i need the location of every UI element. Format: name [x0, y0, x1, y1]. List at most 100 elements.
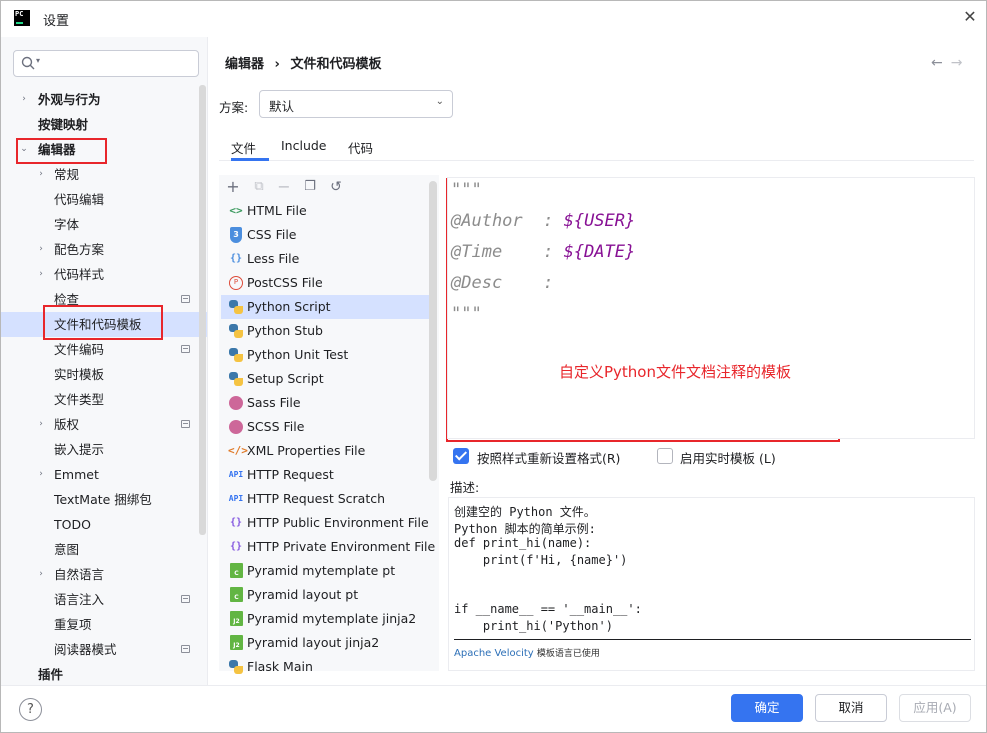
file-template-name: Sass File: [247, 395, 301, 410]
scheme-select[interactable]: 默认 ⌄: [259, 90, 453, 118]
file-template-item[interactable]: {} HTTP Private Environment File: [221, 535, 437, 559]
file-list-scrollbar[interactable]: [429, 181, 437, 481]
file-template-item[interactable]: C Pyramid layout pt: [221, 583, 437, 607]
file-template-item[interactable]: Python Unit Test: [221, 343, 437, 367]
file-template-name: HTTP Private Environment File: [247, 539, 436, 554]
sidebar-item[interactable]: › 自然语言: [1, 562, 207, 587]
sidebar-item[interactable]: 字体: [1, 212, 207, 237]
tab-include[interactable]: Include: [281, 138, 327, 161]
sidebar-item[interactable]: TextMate 捆绑包: [1, 487, 207, 512]
description-box: 创建空的 Python 文件。 Python 脚本的简单示例: def print_…: [448, 497, 975, 671]
sidebar-item[interactable]: › 配色方案: [1, 237, 207, 262]
file-template-name: Python Unit Test: [247, 347, 349, 362]
breadcrumb-parent[interactable]: 编辑器: [225, 57, 264, 72]
chevron-right-icon[interactable]: ›: [36, 237, 46, 262]
duplicate-icon[interactable]: ❐: [301, 178, 319, 196]
file-template-item[interactable]: Python Script: [221, 295, 437, 319]
chevron-right-icon[interactable]: ›: [19, 87, 29, 112]
sidebar-item[interactable]: 语言注入: [1, 587, 207, 612]
sidebar-item[interactable]: TODO: [1, 512, 207, 537]
sidebar-item[interactable]: 阅读器模式: [1, 637, 207, 662]
file-template-name: Pyramid layout jinja2: [247, 635, 380, 650]
file-template-item[interactable]: J2 Pyramid layout jinja2: [221, 631, 437, 655]
sidebar-item[interactable]: › 代码样式: [1, 262, 207, 287]
sidebar-scrollbar[interactable]: [199, 85, 206, 535]
file-template-item[interactable]: C Pyramid mytemplate pt: [221, 559, 437, 583]
file-template-item[interactable]: </> XML Properties File: [221, 439, 437, 463]
remove-icon[interactable]: −: [275, 178, 293, 196]
sidebar-item[interactable]: 代码编辑: [1, 187, 207, 212]
sidebar-item[interactable]: › 外观与行为: [1, 87, 207, 112]
cancel-button[interactable]: 取消: [815, 694, 887, 722]
file-template-item[interactable]: API HTTP Request: [221, 463, 437, 487]
sidebar-item[interactable]: › 版权: [1, 412, 207, 437]
file-template-item[interactable]: Flask Main: [221, 655, 437, 679]
file-template-name: Setup Script: [247, 371, 324, 386]
chevron-right-icon[interactable]: ›: [36, 262, 46, 287]
forward-arrow-icon[interactable]: →: [951, 55, 971, 71]
sidebar-item-label: 插件: [38, 667, 64, 682]
sidebar-item[interactable]: › Emmet: [1, 462, 207, 487]
file-template-item[interactable]: API HTTP Request Scratch: [221, 487, 437, 511]
file-template-name: CSS File: [247, 227, 297, 242]
sidebar-item[interactable]: 实时模板: [1, 362, 207, 387]
live-template-checkbox[interactable]: [657, 448, 673, 464]
tab-code[interactable]: 代码: [348, 138, 373, 161]
file-template-item[interactable]: {} Less File: [221, 247, 437, 271]
velocity-link[interactable]: Apache Velocity: [454, 648, 534, 659]
reformat-label: 按照样式重新设置格式(R): [477, 451, 621, 466]
add-icon[interactable]: +: [224, 178, 242, 196]
chevron-right-icon[interactable]: ›: [36, 562, 46, 587]
chevron-right-icon[interactable]: ›: [36, 462, 46, 487]
search-input[interactable]: ▾: [13, 50, 199, 77]
file-template-item[interactable]: P PostCSS File: [221, 271, 437, 295]
sidebar-item-label: 文件类型: [54, 392, 105, 407]
chevron-right-icon[interactable]: ›: [36, 412, 46, 437]
description-line: print(f'Hi, {name}'): [454, 552, 628, 567]
sidebar-item[interactable]: 意图: [1, 537, 207, 562]
post-file-icon: P: [229, 276, 243, 290]
tab-files[interactable]: 文件: [231, 138, 269, 161]
chevron-right-icon[interactable]: ›: [36, 162, 46, 187]
file-template-item[interactable]: <> HTML File: [221, 199, 437, 223]
file-template-item[interactable]: Sass File: [221, 391, 437, 415]
template-editor[interactable]: """ @Author : ${USER} @Time : ${DATE} @Desc…: [447, 177, 975, 439]
project-scope-icon: [181, 595, 190, 603]
back-arrow-icon[interactable]: ←: [931, 55, 951, 71]
reformat-checkbox[interactable]: [453, 448, 469, 464]
close-icon[interactable]: ✕: [961, 8, 979, 26]
pyr-file-icon: C: [230, 563, 243, 578]
description-label: 描述:: [450, 480, 480, 495]
velocity-note: Apache Velocity 模板语言已使用: [454, 648, 600, 659]
py-file-icon: [229, 300, 243, 314]
annotation-text: 自定义Python文件文档注释的模板: [559, 363, 791, 381]
description-line: Python 脚本的简单示例:: [454, 521, 596, 536]
ok-button[interactable]: 确定: [731, 694, 803, 722]
py-file-icon: [229, 348, 243, 362]
sidebar-item[interactable]: › 常规: [1, 162, 207, 187]
description-line: print_hi('Python'): [454, 618, 613, 633]
sidebar-item[interactable]: 插件: [1, 662, 207, 687]
pycharm-logo-icon: PC: [14, 10, 30, 26]
copy-icon[interactable]: ⧉: [250, 178, 268, 196]
sidebar-item[interactable]: 嵌入提示: [1, 437, 207, 462]
sidebar-item-label: 版权: [54, 417, 80, 432]
sidebar-item[interactable]: 按键映射: [1, 112, 207, 137]
sidebar-item[interactable]: 文件编码: [1, 337, 207, 362]
help-icon[interactable]: ?: [19, 698, 42, 721]
template-file-list: + ⧉ − ❐ ↺ <> HTML File 3 CSS File {} Less Fil…: [219, 175, 439, 674]
env-file-icon: {}: [229, 541, 243, 552]
file-template-item[interactable]: J2 Pyramid mytemplate jinja2: [221, 607, 437, 631]
reset-icon[interactable]: ↺: [327, 178, 345, 196]
file-template-item[interactable]: Setup Script: [221, 367, 437, 391]
file-template-item[interactable]: Python Stub: [221, 319, 437, 343]
file-template-item[interactable]: {} HTTP Public Environment File: [221, 511, 437, 535]
file-template-item[interactable]: SCSS File: [221, 415, 437, 439]
live-template-label: 启用实时模板 (L): [680, 451, 776, 466]
search-icon: [21, 56, 35, 70]
sidebar-item[interactable]: 重复项: [1, 612, 207, 637]
apply-button[interactable]: 应用(A): [899, 694, 971, 722]
sidebar-item[interactable]: 文件类型: [1, 387, 207, 412]
project-scope-icon: [181, 645, 190, 653]
file-template-item[interactable]: 3 CSS File: [221, 223, 437, 247]
